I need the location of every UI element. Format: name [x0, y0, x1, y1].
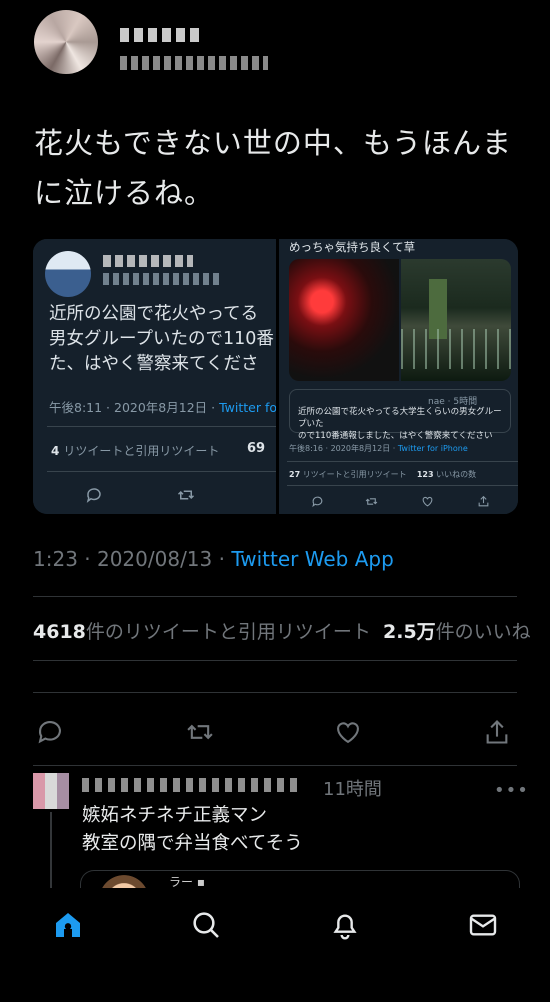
- retweet-icon[interactable]: [186, 718, 214, 746]
- reply-time: 11時間: [323, 779, 382, 800]
- quoted-date: 午後8:16 · 2020年8月12日 · Twitter for iPhone: [289, 444, 468, 453]
- like-icon: [422, 496, 433, 507]
- quoted-text: 近所の公園で花火やってる 男女グループいたので110番 た、はやく警察来てくださ: [49, 304, 274, 374]
- more-icon[interactable]: •••: [494, 780, 529, 801]
- quoted-handle-redacted: [103, 273, 223, 285]
- tweet-timestamp[interactable]: 1:23 · 2020/08/13 · Twitter Web App: [33, 547, 394, 571]
- divider: [33, 660, 517, 661]
- search-icon[interactable]: [190, 909, 222, 941]
- reply-icon: [312, 496, 323, 508]
- quoted-retweets: 4 リツイートと引用リツイート: [51, 444, 220, 458]
- divider: [33, 692, 517, 693]
- tweet-source-link[interactable]: Twitter Web App: [231, 547, 393, 571]
- reply-avatar[interactable]: [33, 773, 69, 809]
- reply-icon[interactable]: [36, 718, 64, 746]
- screenshot-left: 近所の公園で花火やってる 男女グループいたので110番 た、はやく警察来てくださ…: [33, 239, 276, 514]
- author-handle-redacted[interactable]: [120, 56, 268, 70]
- reply-text: 嫉妬ネチネチ正義マン 教室の隅で弁当食べてそう: [82, 805, 303, 854]
- night-photo: [289, 259, 511, 381]
- quoted-date: 午後8:11 · 2020年8月12日 · Twitter for: [49, 400, 276, 415]
- quoted-avatar: [45, 251, 91, 297]
- share-icon[interactable]: [483, 718, 511, 746]
- home-icon[interactable]: [52, 909, 84, 941]
- divider: [287, 485, 518, 486]
- quoted-stats: 27 リツイートと引用リツイート 123 いいねの数: [289, 470, 477, 479]
- retweet-count[interactable]: 4618: [33, 621, 86, 643]
- like-count[interactable]: 2.5万: [383, 621, 436, 643]
- tweet-text: 花火もできない世の中、もうほんま に泣けるね。: [34, 126, 512, 210]
- reply-name-redacted[interactable]: [82, 778, 302, 792]
- quoted-likes: 69: [247, 441, 266, 456]
- retweet-icon: [177, 490, 195, 500]
- divider: [33, 765, 517, 766]
- quoted-top-text: めっちゃ気持ち良くて草: [289, 240, 416, 254]
- divider: [287, 461, 518, 462]
- bottom-tab-bar: [0, 888, 550, 1002]
- retweet-icon: [365, 498, 378, 505]
- like-icon[interactable]: [334, 718, 362, 746]
- author-name-redacted[interactable]: [120, 28, 200, 42]
- share-icon: [478, 495, 489, 507]
- screenshot-right: めっちゃ気持ち良くて草 nae · 5時間 近所の公園で花火やってる大学生くらい…: [279, 239, 518, 514]
- notifications-icon[interactable]: [329, 909, 361, 941]
- divider: [47, 471, 276, 472]
- divider: [47, 426, 276, 427]
- author-avatar[interactable]: [34, 10, 98, 74]
- quoted-name-redacted: [103, 255, 193, 267]
- tweet-stats[interactable]: 4618件のリツイートと引用リツイート 2.5万件のいいね: [33, 617, 550, 644]
- divider: [33, 596, 517, 597]
- attached-image[interactable]: 近所の公園で花火やってる 男女グループいたので110番 た、はやく警察来てくださ…: [33, 239, 518, 514]
- nested-text: 近所の公園で花火やってる大学生くらいの男女グループいた ので110番通報しました…: [298, 407, 502, 441]
- nested-quote: nae · 5時間 近所の公園で花火やってる大学生くらいの男女グループいた ので…: [289, 389, 511, 441]
- reply-icon: [86, 488, 101, 503]
- thread-line: [50, 812, 52, 892]
- messages-icon[interactable]: [467, 909, 499, 941]
